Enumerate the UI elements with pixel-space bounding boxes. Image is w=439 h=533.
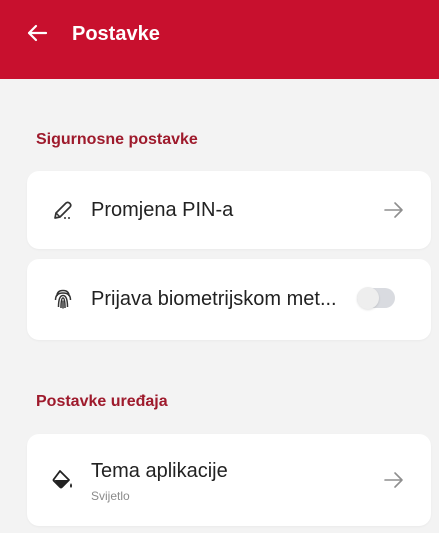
arrow-left-icon bbox=[27, 24, 48, 42]
app-theme-value: Svijetlo bbox=[91, 489, 130, 503]
change-pin-item[interactable]: Promjena PIN-a bbox=[27, 171, 431, 249]
section-title-device: Postavke uređaja bbox=[36, 393, 168, 410]
biometric-login-item: Prijava biometrijskom met... bbox=[27, 259, 431, 340]
app-theme-label: Tema aplikacije bbox=[91, 460, 228, 482]
arrow-right-icon bbox=[383, 199, 405, 221]
arrow-right-icon bbox=[383, 469, 405, 491]
biometric-toggle[interactable] bbox=[357, 287, 395, 309]
app-theme-item[interactable]: Tema aplikacije Svijetlo bbox=[27, 434, 431, 526]
app-bar: Postavke bbox=[0, 0, 439, 79]
toggle-knob bbox=[357, 287, 379, 309]
pen-icon bbox=[51, 198, 75, 222]
fingerprint-icon bbox=[51, 287, 75, 311]
section-title-security: Sigurnosne postavke bbox=[36, 131, 198, 148]
paint-bucket-icon bbox=[51, 468, 75, 492]
page-title: Postavke bbox=[72, 23, 160, 45]
change-pin-label: Promjena PIN-a bbox=[91, 199, 234, 221]
biometric-login-label: Prijava biometrijskom met... bbox=[91, 288, 337, 310]
back-button[interactable] bbox=[22, 18, 52, 48]
